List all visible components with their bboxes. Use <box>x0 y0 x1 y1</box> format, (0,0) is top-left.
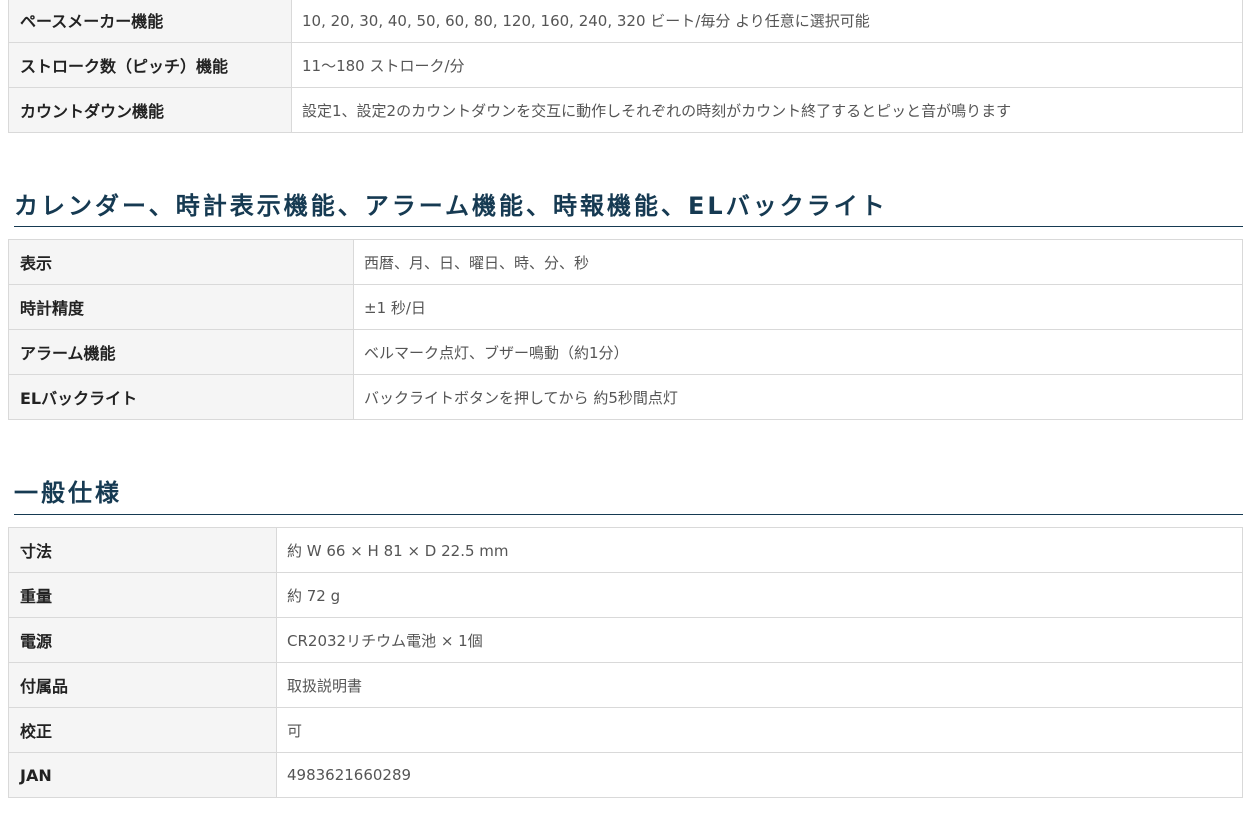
spec-value: CR2032リチウム電池 × 1個 <box>276 617 1243 663</box>
spec-label: 重量 <box>8 572 277 618</box>
spec-value: 11～180 ストローク/分 <box>291 42 1243 88</box>
spec-label: 校正 <box>8 707 277 753</box>
spec-value: 約 W 66 × H 81 × D 22.5 mm <box>276 527 1243 573</box>
table-row: 重量 約 72 g <box>8 572 1243 618</box>
spec-value: バックライトボタンを押してから 約5秒間点灯 <box>353 374 1243 420</box>
spec-value: 10, 20, 30, 40, 50, 60, 80, 120, 160, 24… <box>291 0 1243 43</box>
table-row: アラーム機能 ベルマーク点灯、ブザー鳴動（約1分） <box>8 329 1243 375</box>
spec-label: アラーム機能 <box>8 329 354 375</box>
spec-label: 付属品 <box>8 662 277 708</box>
section-heading-calendar: カレンダー、時計表示機能、アラーム機能、時報機能、ELバックライト <box>14 192 888 220</box>
spec-label: ELバックライト <box>8 374 354 420</box>
spec-value: 西暦、月、日、曜日、時、分、秒 <box>353 239 1243 285</box>
table-row: 表示 西暦、月、日、曜日、時、分、秒 <box>8 239 1243 285</box>
heading-divider <box>14 226 1243 227</box>
table-row: JAN 4983621660289 <box>8 752 1243 798</box>
spec-label: 時計精度 <box>8 284 354 330</box>
table-row: 付属品 取扱説明書 <box>8 662 1243 708</box>
table-row: ペースメーカー機能 10, 20, 30, 40, 50, 60, 80, 12… <box>8 0 1243 43</box>
heading-divider <box>14 514 1243 515</box>
spec-value: 4983621660289 <box>276 752 1243 798</box>
spec-value: 可 <box>276 707 1243 753</box>
spec-label: 表示 <box>8 239 354 285</box>
table-row: 寸法 約 W 66 × H 81 × D 22.5 mm <box>8 527 1243 573</box>
table-row: 校正 可 <box>8 707 1243 753</box>
spec-label: カウントダウン機能 <box>8 87 292 133</box>
spec-label: JAN <box>8 752 277 798</box>
spec-value: ベルマーク点灯、ブザー鳴動（約1分） <box>353 329 1243 375</box>
spec-value: 約 72 g <box>276 572 1243 618</box>
calendar-spec-table: 表示 西暦、月、日、曜日、時、分、秒 時計精度 ±1 秒/日 アラーム機能 ベル… <box>8 239 1243 420</box>
table-row: 電源 CR2032リチウム電池 × 1個 <box>8 617 1243 663</box>
table-row: ストローク数（ピッチ）機能 11～180 ストローク/分 <box>8 42 1243 88</box>
spec-label: 寸法 <box>8 527 277 573</box>
pacer-spec-table: ペースメーカー機能 10, 20, 30, 40, 50, 60, 80, 12… <box>8 0 1243 133</box>
spec-value: 設定1、設定2のカウントダウンを交互に動作しそれぞれの時刻がカウント終了するとピ… <box>291 87 1243 133</box>
table-row: ELバックライト バックライトボタンを押してから 約5秒間点灯 <box>8 374 1243 420</box>
spec-label: ペースメーカー機能 <box>8 0 292 43</box>
spec-page: ペースメーカー機能 10, 20, 30, 40, 50, 60, 80, 12… <box>0 0 1243 813</box>
spec-value: ±1 秒/日 <box>353 284 1243 330</box>
section-heading-general: 一般仕様 <box>14 479 122 507</box>
general-spec-table: 寸法 約 W 66 × H 81 × D 22.5 mm 重量 約 72 g 電… <box>8 527 1243 798</box>
table-row: 時計精度 ±1 秒/日 <box>8 284 1243 330</box>
spec-value: 取扱説明書 <box>276 662 1243 708</box>
spec-label: ストローク数（ピッチ）機能 <box>8 42 292 88</box>
table-row: カウントダウン機能 設定1、設定2のカウントダウンを交互に動作しそれぞれの時刻が… <box>8 87 1243 133</box>
spec-label: 電源 <box>8 617 277 663</box>
